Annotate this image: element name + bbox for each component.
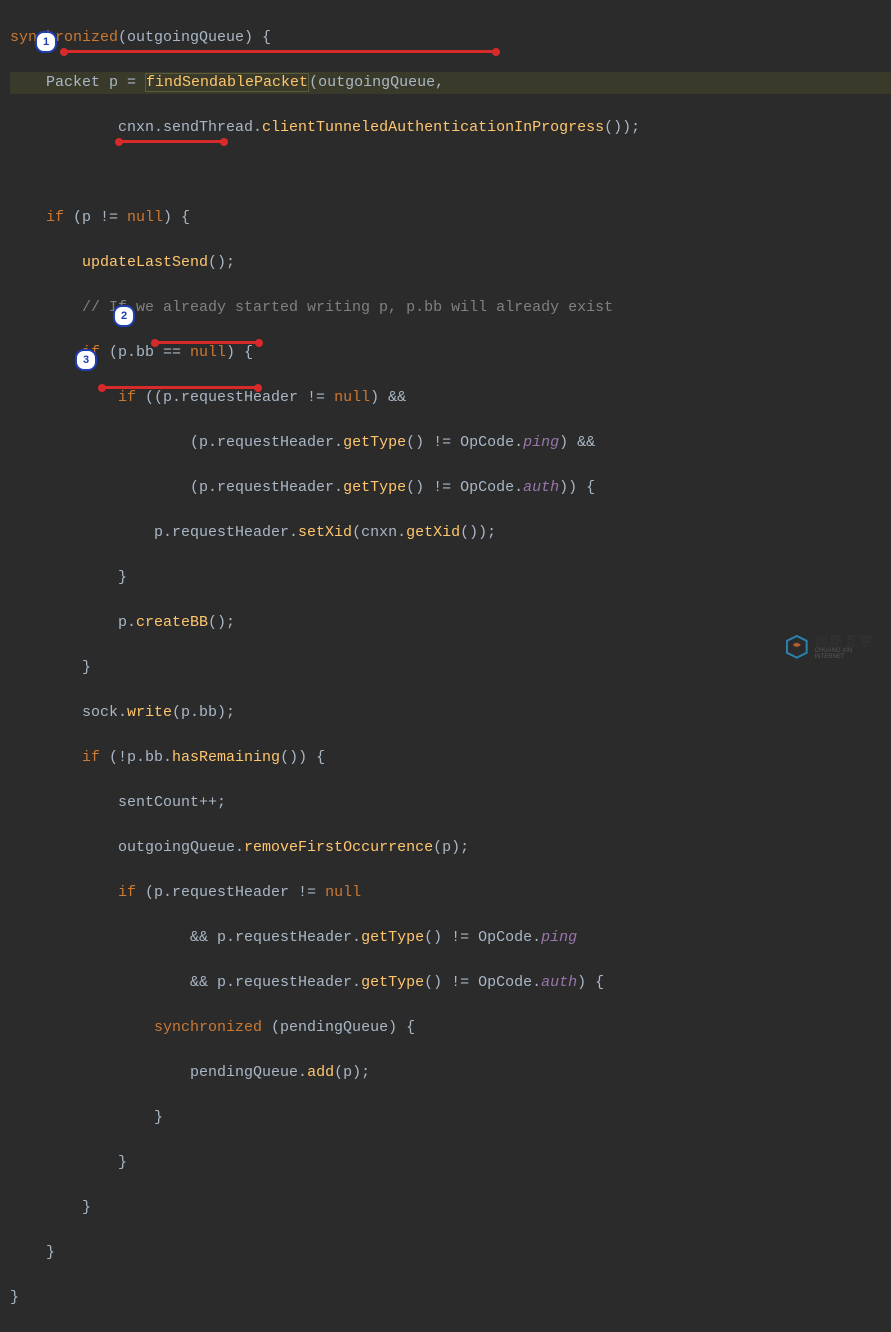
- watermark-text-en: CHUANG XIN INTERNET: [815, 648, 883, 660]
- method-getType: getType: [343, 434, 406, 451]
- code-text: sentCount++;: [10, 794, 226, 811]
- code-text: }: [10, 1289, 19, 1306]
- method-call: clientTunneledAuthenticationInProgress: [262, 119, 604, 136]
- kw-null: null: [325, 884, 361, 901]
- kw-if: if: [10, 209, 64, 226]
- code-text: (p.requestHeader.: [10, 479, 343, 496]
- method-add: add: [307, 1064, 334, 1081]
- annotation-underline-4: [100, 386, 260, 389]
- code-text: ();: [208, 614, 235, 631]
- annotation-bullet-3: 3: [75, 349, 97, 371]
- code-text: cnxn.sendThread.: [10, 119, 262, 136]
- code-text: && p.requestHeader.: [10, 974, 361, 991]
- method-hasRemaining: hasRemaining: [172, 749, 280, 766]
- code-text: (p.bb ==: [100, 344, 190, 361]
- kw-if: if: [10, 884, 136, 901]
- kw-null: null: [334, 389, 370, 406]
- code-text: (pendingQueue) {: [262, 1019, 415, 1036]
- annotation-underline-1: [62, 50, 498, 53]
- code-text: (p);: [433, 839, 469, 856]
- code-editor: synchronized(outgoingQueue) { Packet p =…: [0, 0, 891, 1332]
- method-write: write: [127, 704, 172, 721]
- code-text: }: [10, 1154, 127, 1171]
- annotation-bullet-2: 2: [113, 305, 135, 327]
- code-text: }: [10, 569, 127, 586]
- const-auth: auth: [541, 974, 577, 991]
- code-text: (p.bb);: [172, 704, 235, 721]
- kw-if: if: [10, 749, 100, 766]
- annotation-underline-2: [117, 140, 226, 143]
- code-text: (outgoingQueue) {: [118, 29, 271, 46]
- comment: // If we already started writing p, p.bb…: [10, 299, 613, 316]
- code-text: () != OpCode.: [424, 974, 541, 991]
- code-text: (p);: [334, 1064, 370, 1081]
- annotation-bullet-1: 1: [35, 31, 57, 53]
- kw-synchronized: synchronized: [10, 1019, 262, 1036]
- code-text: sock.: [10, 704, 127, 721]
- method-getType: getType: [361, 929, 424, 946]
- code-text: ((p.requestHeader !=: [136, 389, 334, 406]
- code-text: (outgoingQueue,: [309, 74, 444, 91]
- method-updateLastSend: updateLastSend: [10, 254, 208, 271]
- code-text: ) {: [577, 974, 604, 991]
- code-text: p.requestHeader.: [10, 524, 298, 541]
- method-setXid: setXid: [298, 524, 352, 541]
- code-text: () != OpCode.: [406, 434, 523, 451]
- code-text: ) {: [163, 209, 190, 226]
- code-text: ();: [208, 254, 235, 271]
- kw-null: null: [190, 344, 226, 361]
- code-text: (p.requestHeader !=: [136, 884, 325, 901]
- method-getType: getType: [343, 479, 406, 496]
- kw-null: null: [127, 209, 163, 226]
- code-text: ) &&: [370, 389, 406, 406]
- code-text: }: [10, 1244, 55, 1261]
- code-text: }: [10, 1199, 91, 1216]
- const-auth: auth: [523, 479, 559, 496]
- code-text: }: [10, 1109, 163, 1126]
- method-getXid: getXid: [406, 524, 460, 541]
- code-text: ) &&: [559, 434, 595, 451]
- watermark-logo-icon: [783, 633, 811, 661]
- code-text: pendingQueue.: [10, 1064, 307, 1081]
- code-text: Packet p =: [10, 74, 145, 91]
- const-ping: ping: [541, 929, 577, 946]
- code-text: ());: [604, 119, 640, 136]
- code-text: () != OpCode.: [424, 929, 541, 946]
- code-text: (p.requestHeader.: [10, 434, 343, 451]
- kw-if: if: [10, 389, 136, 406]
- code-text: ());: [460, 524, 496, 541]
- code-text: )) {: [559, 479, 595, 496]
- code-text: (!p.bb.: [100, 749, 172, 766]
- code-text: }: [10, 659, 91, 676]
- highlighted-line: Packet p = findSendablePacket(outgoingQu…: [10, 72, 891, 95]
- method-getType: getType: [361, 974, 424, 991]
- method-createBB: createBB: [136, 614, 208, 631]
- code-text: (cnxn.: [352, 524, 406, 541]
- watermark: 创新互联 CHUANG XIN INTERNET: [783, 631, 883, 663]
- code-text: ()) {: [280, 749, 325, 766]
- kw-synchronized: synchronized: [10, 29, 118, 46]
- watermark-text-cn: 创新互联: [815, 635, 883, 648]
- code-text: && p.requestHeader.: [10, 929, 361, 946]
- method-removeFirstOccurrence: removeFirstOccurrence: [244, 839, 433, 856]
- code-text: outgoingQueue.: [10, 839, 244, 856]
- const-ping: ping: [523, 434, 559, 451]
- code-text: () != OpCode.: [406, 479, 523, 496]
- code-text: p.: [10, 614, 136, 631]
- annotation-underline-3: [153, 341, 261, 344]
- method-findSendablePacket: findSendablePacket: [145, 73, 309, 92]
- code-text: ) {: [226, 344, 253, 361]
- code-text: (p !=: [64, 209, 127, 226]
